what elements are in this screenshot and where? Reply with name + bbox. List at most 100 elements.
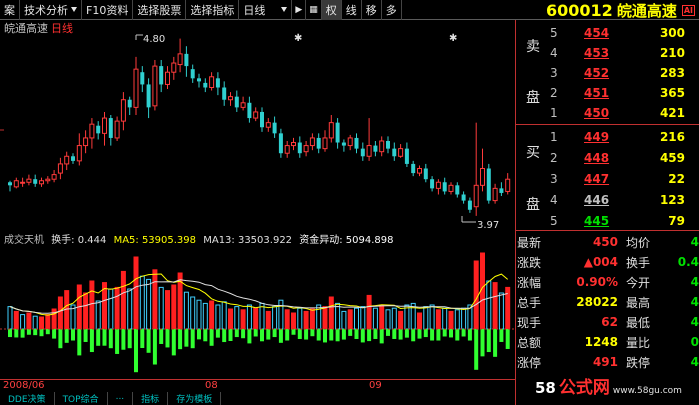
volume-bar [354, 307, 359, 330]
quote-label: 涨停 [517, 355, 542, 370]
volume-bar [221, 301, 227, 330]
volume-bar [139, 275, 145, 330]
quote-label: 均价 [626, 235, 651, 250]
sell-row-3[interactable]: 3 452 283 [550, 62, 699, 84]
quote-value: 491 [592, 355, 618, 369]
flow-bar [354, 329, 359, 339]
quote-row-limit: 涨停 491 跌停 4 [516, 353, 699, 371]
quote-value: ▲004 [583, 255, 618, 269]
candle-body [209, 76, 215, 88]
order-price: 450 [584, 106, 610, 120]
volume-bar [45, 314, 51, 330]
order-price: 451 [584, 86, 610, 100]
candle-body [392, 148, 397, 157]
candle-body [102, 117, 107, 134]
volume-chart[interactable] [0, 243, 515, 379]
flow-bar [247, 329, 252, 344]
volume-bar [391, 307, 397, 330]
buy-row-1[interactable]: 1 449 216 [550, 126, 699, 148]
candle-body [146, 84, 151, 108]
candle-body [354, 137, 359, 149]
quote-label: 最高 [626, 295, 651, 310]
line-button[interactable]: 线 [342, 0, 362, 20]
order-level: 4 [550, 46, 558, 60]
candle-body [461, 194, 466, 201]
volume-bar [448, 310, 454, 330]
order-level: 1 [550, 130, 558, 144]
play-button[interactable]: ▶ [292, 0, 307, 20]
ai-badge[interactable]: AI [681, 4, 695, 16]
menu-f10-data[interactable]: F10资料 [82, 0, 134, 20]
candle-body [222, 87, 227, 100]
sell-row-5[interactable]: 5 454 300 [550, 22, 699, 44]
multi-button[interactable]: 多 [382, 0, 402, 20]
buy-row-3[interactable]: 3 447 22 [550, 168, 699, 190]
quote-row-change-pct: 涨幅 0.90% 今开 4 [516, 273, 699, 291]
flow-bar [121, 329, 126, 350]
quote-value: 4 [690, 275, 699, 289]
buy-side: 买 盘 1 449 216 2 448 459 3 447 22 4 446 123 5 445 7… [516, 126, 699, 230]
candle-body [8, 182, 12, 186]
candle-body [272, 122, 277, 134]
tab-indicator[interactable]: 指标 [133, 392, 169, 405]
volume-bar [95, 300, 101, 330]
menu-select-stock-label: 选择股票 [137, 3, 182, 17]
candle-body [240, 102, 246, 108]
grid-button[interactable]: ▦ [306, 0, 322, 20]
menu-select-indicator[interactable]: 选择指标 [186, 0, 240, 20]
menu-technical-analysis[interactable]: 技术分析 [20, 0, 82, 20]
order-price: 449 [584, 130, 610, 144]
candle-body [45, 178, 51, 182]
tab-top[interactable]: TOP综合 [55, 392, 108, 405]
menu-case[interactable]: 案 [0, 0, 20, 20]
candle-body [76, 145, 82, 162]
order-price: 452 [584, 66, 610, 80]
line-label: 线 [345, 3, 357, 17]
flow-bar [373, 329, 378, 339]
volume-bar [265, 310, 271, 330]
volume-bar [228, 308, 233, 330]
rights-adjust-button[interactable]: 权 [321, 0, 342, 20]
menu-select-stock[interactable]: 选择股票 [133, 0, 187, 20]
order-price: 448 [584, 151, 610, 165]
candle-body [328, 122, 334, 139]
candle-body [309, 137, 315, 147]
volume-bar [303, 310, 309, 330]
candlestick-chart[interactable]: 4.80 ✱ ✱ 3.97 [0, 30, 515, 230]
candle-body [404, 148, 409, 164]
flow-bar [14, 329, 19, 338]
order-volume: 365 [659, 86, 685, 100]
tab-dde[interactable]: DDE决策 [0, 392, 55, 405]
period-selector[interactable]: 日线 [239, 0, 293, 20]
quote-label: 最低 [626, 315, 651, 330]
flow-bar [480, 329, 485, 357]
candle-body [247, 102, 252, 119]
sell-row-2[interactable]: 2 451 365 [550, 82, 699, 104]
flow-bar [58, 329, 63, 349]
volume-bar [133, 256, 139, 330]
flow-bar [64, 329, 69, 343]
toolbar: 案 技术分析 F10资料 选择股票 选择指标 日线 ▶ ▦ 权 线 移 多 60… [0, 0, 699, 20]
tab-more[interactable]: ... [108, 392, 134, 405]
buy-row-5[interactable]: 5 445 79 [550, 210, 699, 232]
order-volume: 300 [659, 26, 685, 40]
buy-row-4[interactable]: 4 446 123 [550, 189, 699, 211]
flow-bar [278, 329, 283, 343]
candle-body [120, 99, 126, 122]
move-button[interactable]: 移 [362, 0, 382, 20]
tab-save-template[interactable]: 存为模板 [168, 392, 222, 405]
order-price: 447 [584, 172, 610, 186]
candle-body [114, 120, 120, 139]
date-label: 2008/06 [3, 380, 45, 391]
sell-row-1[interactable]: 1 450 421 [550, 102, 699, 124]
order-volume: 210 [659, 46, 685, 60]
candle-body [278, 133, 283, 154]
volume-bar [202, 302, 208, 330]
sell-row-4[interactable]: 4 453 210 [550, 42, 699, 64]
quote-label: 现手 [517, 315, 542, 330]
candle-body [480, 168, 485, 186]
order-volume: 421 [659, 106, 685, 120]
buy-row-2[interactable]: 2 448 459 [550, 147, 699, 169]
site-watermark: 58 公式网 www.58gu.com [532, 373, 685, 398]
volume-bar [442, 307, 448, 330]
